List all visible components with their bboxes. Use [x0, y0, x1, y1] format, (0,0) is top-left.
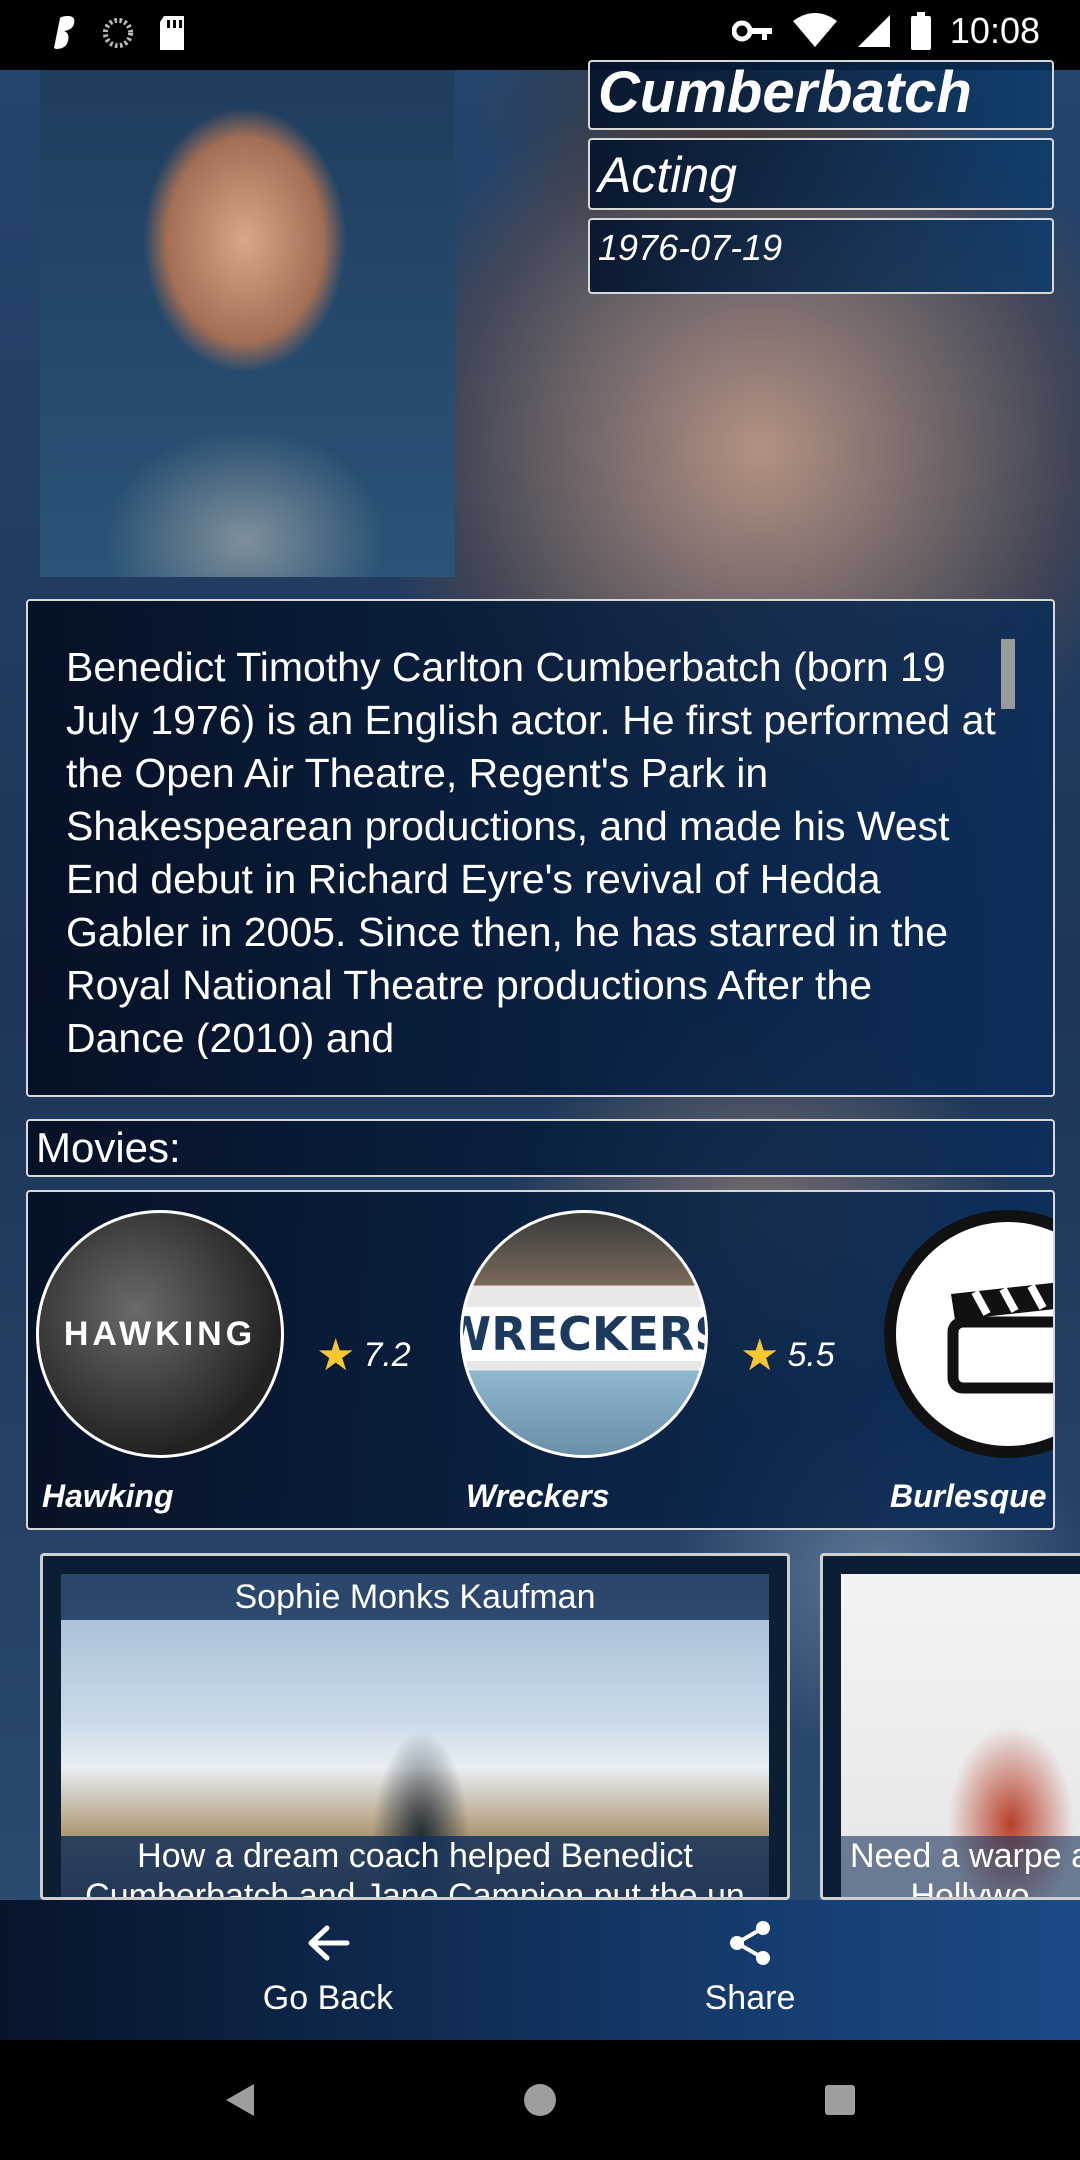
arrow-back-icon	[308, 1925, 350, 1961]
go-back-button[interactable]: Go Back	[228, 1918, 428, 2018]
rating-value: 5.5	[787, 1336, 835, 1374]
nav-recents-icon[interactable]	[822, 2080, 858, 2120]
movie-title[interactable]: Burlesque I	[890, 1478, 1053, 1515]
movie-poster-placeholder[interactable]	[884, 1210, 1053, 1458]
share-label: Share	[704, 1979, 796, 2017]
poster-title: WRECKERS	[463, 1307, 705, 1361]
profile-portrait	[40, 70, 455, 577]
status-time: 10:08	[949, 10, 1040, 51]
signal-icon	[857, 15, 890, 47]
bottom-action-bar: Go Back Share	[0, 1900, 1080, 2040]
movie-card-burlesque[interactable]: Burlesque I	[880, 1210, 1053, 1528]
star-icon: ★	[740, 1331, 780, 1380]
news-author: Sophie Monks Kaufman	[61, 1574, 769, 1620]
loading-icon	[102, 17, 134, 49]
movie-poster[interactable]: HAWKING	[36, 1210, 284, 1458]
birthday: 1976-07-19	[588, 218, 1054, 294]
news-headline: Need a warpe a Hollywo	[841, 1836, 1080, 1897]
system-navigation-bar	[0, 2040, 1080, 2160]
news-card[interactable]: Need a warpe a Hollywo	[820, 1553, 1080, 1900]
rating-value: 7.2	[363, 1336, 411, 1374]
nav-home-icon[interactable]	[522, 2080, 558, 2120]
biography-panel[interactable]: Benedict Timothy Carlton Cumberbatch (bo…	[26, 599, 1055, 1097]
movie-card-wreckers[interactable]: WRECKERS ★ 5.5 Wreckers	[456, 1210, 876, 1528]
sd-card-icon	[160, 16, 184, 50]
app-s-icon	[54, 16, 75, 49]
movie-card-hawking[interactable]: HAWKING ★ 7.2 Hawking	[32, 1210, 452, 1528]
battery-icon	[910, 12, 931, 50]
star-icon: ★	[316, 1331, 356, 1380]
share-button[interactable]: Share	[650, 1918, 850, 2018]
movie-rating: ★ 5.5	[740, 1330, 835, 1381]
clapperboard-icon	[947, 1282, 1053, 1394]
wifi-icon	[792, 13, 837, 47]
movies-carousel[interactable]: HAWKING ★ 7.2 Hawking WRECKERS ★ 5.5 Wre…	[26, 1190, 1055, 1530]
movie-title[interactable]: Hawking	[42, 1478, 174, 1515]
share-icon	[730, 1921, 770, 1965]
person-detail-screen: 10:08 Cumberbatch Acting 1976-07-19 Bene…	[0, 0, 1080, 2160]
nav-back-icon[interactable]	[222, 2080, 258, 2120]
news-card[interactable]: Sophie Monks Kaufman How a dream coach h…	[40, 1553, 790, 1900]
biography-scrollbar[interactable]	[1001, 639, 1015, 709]
go-back-label: Go Back	[262, 1979, 394, 2017]
movie-rating: ★ 7.2	[316, 1330, 411, 1381]
movie-poster[interactable]: WRECKERS	[460, 1210, 708, 1458]
poster-title: HAWKING	[63, 1314, 257, 1353]
biography-text: Benedict Timothy Carlton Cumberbatch (bo…	[66, 644, 996, 1059]
movie-title[interactable]: Wreckers	[466, 1478, 610, 1515]
movies-label: Movies:	[26, 1119, 1055, 1177]
person-name: Cumberbatch	[588, 60, 1054, 130]
vpn-key-icon	[731, 20, 772, 42]
news-headline: How a dream coach helped Benedict Cumber…	[61, 1836, 769, 1897]
known-for-department: Acting	[588, 138, 1054, 210]
